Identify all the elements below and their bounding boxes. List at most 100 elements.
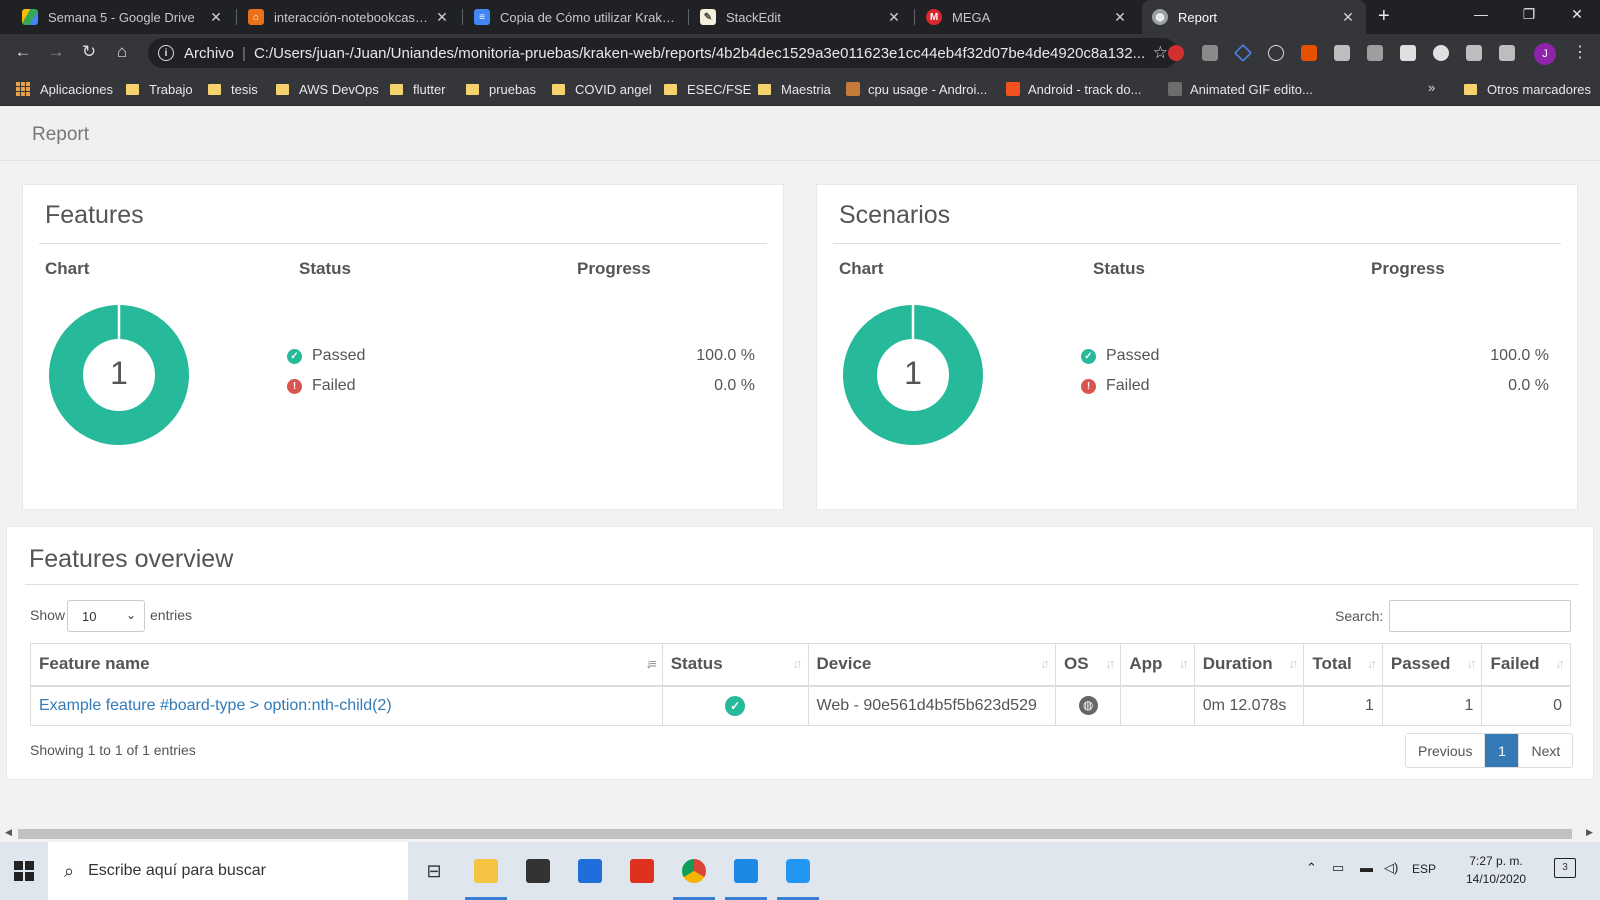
tab-mega[interactable]: M MEGA ✕: [916, 0, 1138, 34]
col-feature-name[interactable]: Feature name ↓≡: [30, 643, 663, 687]
bookmark-link[interactable]: Animated GIF edito...: [1168, 72, 1313, 106]
col-os[interactable]: OS ↓↑: [1054, 643, 1122, 687]
notifications-icon[interactable]: 3: [1554, 858, 1576, 878]
bookmark-folder[interactable]: COVID angel: [552, 72, 652, 106]
office-app-icon[interactable]: [618, 842, 666, 900]
col-duration[interactable]: Duration ↓↑: [1193, 643, 1305, 687]
profile-avatar[interactable]: J: [1534, 43, 1556, 65]
info-icon[interactable]: i: [158, 45, 174, 61]
col-device[interactable]: Device ↓↑: [807, 643, 1056, 687]
bookmark-folder[interactable]: Trabajo: [126, 72, 193, 106]
network-icon[interactable]: ▭: [1332, 860, 1344, 876]
page-1-button[interactable]: 1: [1485, 734, 1520, 767]
close-icon[interactable]: ✕: [1340, 9, 1356, 26]
failed-status: ! Failed: [287, 377, 356, 395]
next-button[interactable]: Next: [1519, 734, 1573, 767]
passed-percentage: 100.0 %: [1490, 347, 1549, 364]
tab-stackedit[interactable]: ✎ StackEdit ✕: [690, 0, 912, 34]
extension-stop-icon[interactable]: [1168, 45, 1184, 61]
col-total[interactable]: Total ↓↑: [1303, 643, 1383, 687]
language-indicator[interactable]: ESP: [1412, 862, 1436, 876]
taskbar-search[interactable]: ⌕ Escribe aquí para buscar: [48, 842, 408, 900]
check-circle-icon: ✓: [1081, 348, 1096, 364]
close-icon[interactable]: ✕: [1112, 9, 1128, 26]
vscode-icon[interactable]: [722, 842, 770, 900]
bookmark-folder[interactable]: Maestria: [758, 72, 831, 106]
table-info: Showing 1 to 1 of 1 entries: [30, 742, 196, 758]
mail-icon[interactable]: [566, 842, 614, 900]
home-icon[interactable]: ⌂: [111, 42, 133, 62]
bookmark-folder[interactable]: pruebas: [466, 72, 536, 106]
gitlab-icon: ⌂: [248, 9, 264, 25]
horizontal-scrollbar[interactable]: ◀ ▶: [0, 826, 1600, 842]
features-donut-value: 1: [110, 355, 128, 391]
tab-report[interactable]: ◍ Report ✕: [1142, 0, 1366, 34]
battery-icon[interactable]: ▬: [1360, 860, 1373, 875]
bookmark-link[interactable]: Android - track do...: [1006, 72, 1141, 106]
sort-icon: ↓↑: [1178, 656, 1189, 671]
col-failed[interactable]: Failed ↓↑: [1481, 643, 1571, 687]
extensions-puzzle-icon[interactable]: [1466, 45, 1482, 61]
scroll-left-icon[interactable]: ◀: [5, 827, 12, 838]
bookmark-folder[interactable]: tesis: [208, 72, 258, 106]
extension-drive-icon[interactable]: [1233, 43, 1253, 63]
store-icon[interactable]: [514, 842, 562, 900]
bookmark-folder[interactable]: flutter: [390, 72, 446, 106]
bookmark-folder[interactable]: AWS DevOps: [276, 72, 379, 106]
search-input[interactable]: [1389, 600, 1571, 632]
tab-google-drive[interactable]: Semana 5 - Google Drive ✕: [12, 0, 234, 34]
scroll-right-icon[interactable]: ▶: [1586, 827, 1593, 838]
tab-kraken-doc[interactable]: ≡ Copia de Cómo utilizar Kraken: [464, 0, 686, 34]
previous-button[interactable]: Previous: [1406, 734, 1486, 767]
extension-lighthouse-icon[interactable]: [1301, 45, 1317, 61]
chrome-icon[interactable]: [670, 842, 718, 900]
tray-chevron-icon[interactable]: ⌃: [1306, 860, 1317, 876]
file-explorer-icon[interactable]: [462, 842, 510, 900]
feature-link[interactable]: Example feature #board-type > option:nth…: [39, 697, 392, 714]
extension-grey-icon[interactable]: [1202, 45, 1218, 61]
task-view-icon[interactable]: ⊟: [410, 842, 458, 900]
col-passed[interactable]: Passed ↓↑: [1381, 643, 1483, 687]
col-app[interactable]: App ↓↑: [1120, 643, 1195, 687]
reload-icon[interactable]: ↻: [78, 42, 100, 62]
bookmark-star-icon[interactable]: ☆: [1153, 43, 1168, 63]
extension-circle-icon[interactable]: [1433, 45, 1449, 61]
folder-icon: [664, 83, 677, 95]
close-window-icon[interactable]: ✕: [1562, 6, 1592, 23]
scrollbar-thumb[interactable]: [18, 829, 1572, 839]
volume-icon[interactable]: ◁): [1384, 860, 1398, 876]
tab-divider: [914, 9, 915, 25]
address-bar[interactable]: i Archivo | C:/Users/juan-/Juan/Uniandes…: [148, 38, 1178, 68]
bookmarks-overflow-chevron[interactable]: »: [1428, 80, 1435, 95]
report-brand[interactable]: Report: [32, 124, 89, 146]
taskbar-clock[interactable]: 7:27 p. m. 14/10/2020: [1466, 852, 1526, 888]
extension-camera-icon[interactable]: [1334, 45, 1350, 61]
new-tab-button[interactable]: +: [1378, 5, 1390, 28]
snipping-tool-icon[interactable]: [774, 842, 822, 900]
restore-icon[interactable]: ❐: [1514, 6, 1544, 23]
extension-window-icon[interactable]: [1367, 45, 1383, 61]
entries-select[interactable]: 10 ⌄: [67, 600, 145, 632]
exclamation-circle-icon: !: [287, 378, 302, 394]
globe-icon: ◍: [1152, 9, 1168, 25]
exclamation-circle-icon: !: [1081, 378, 1096, 394]
bookmark-link[interactable]: cpu usage - Androi...: [846, 72, 987, 106]
back-arrow-icon[interactable]: ←: [12, 42, 34, 62]
extension-react-icon[interactable]: [1268, 45, 1284, 61]
device-cell: Web - 90e561d4b5f5b623d529: [807, 685, 1056, 726]
media-queue-icon[interactable]: [1499, 45, 1515, 61]
minimize-icon[interactable]: —: [1466, 6, 1496, 22]
forward-arrow-icon[interactable]: →: [45, 42, 67, 62]
tab-notebookcast[interactable]: ⌂ interacción-notebookcast - d ✕: [238, 0, 460, 34]
extension-code-icon[interactable]: [1400, 45, 1416, 61]
close-icon[interactable]: ✕: [434, 9, 450, 26]
browser-menu-icon[interactable]: ⋮: [1572, 42, 1588, 62]
bookmark-folder[interactable]: ESEC/FSE: [664, 72, 751, 106]
bookmark-other[interactable]: Otros marcadores: [1464, 72, 1591, 106]
col-status[interactable]: Status ↓↑: [661, 643, 809, 687]
close-icon[interactable]: ✕: [208, 9, 224, 26]
scenarios-panel: Scenarios Chart Status Progress 1 ✓ Pass…: [816, 184, 1578, 510]
bookmark-apps[interactable]: Aplicaciones: [16, 72, 113, 106]
close-icon[interactable]: ✕: [886, 9, 902, 26]
windows-start-icon[interactable]: [14, 861, 34, 881]
